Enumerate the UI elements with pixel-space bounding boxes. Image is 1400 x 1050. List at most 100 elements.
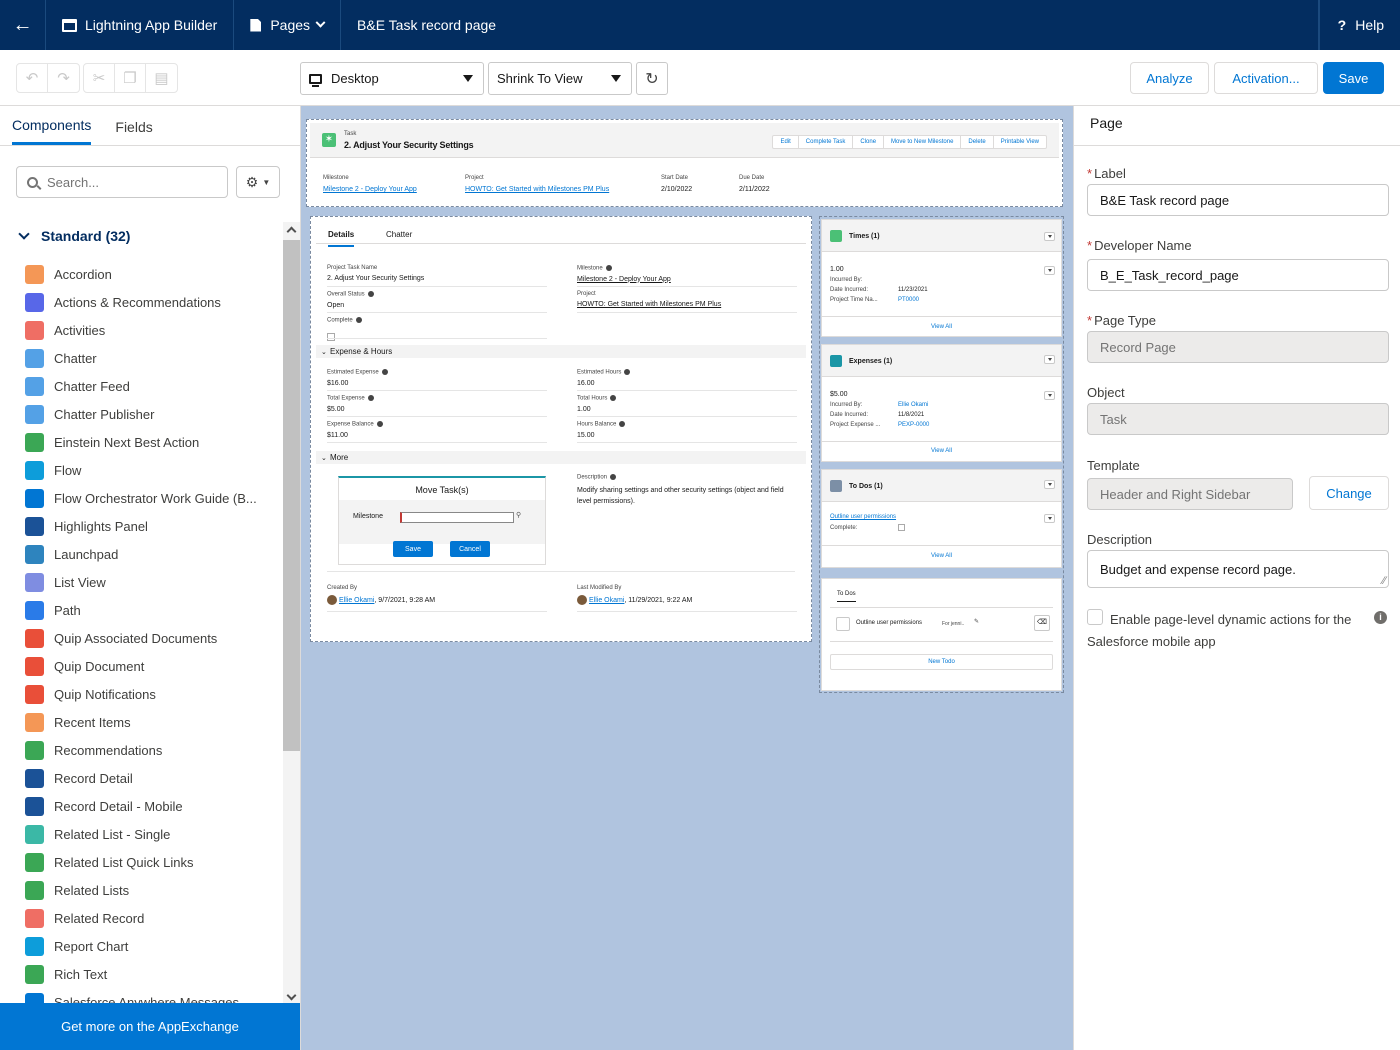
view-select[interactable]: Shrink To View	[488, 62, 632, 95]
expense-hours-section[interactable]: ⌄ Expense & Hours	[316, 345, 806, 358]
page-icon	[250, 18, 262, 32]
settings-menu-button[interactable]: ⚙ ▼	[236, 166, 280, 198]
complete-checkbox[interactable]	[327, 332, 335, 341]
device-select[interactable]: Desktop	[300, 62, 484, 95]
tab-fields[interactable]: Fields	[115, 119, 152, 145]
cut-icon[interactable]: ✂	[84, 64, 115, 92]
todos-tab[interactable]: To Dos	[837, 591, 856, 602]
component-item[interactable]: Quip Notifications	[0, 680, 283, 708]
component-item[interactable]: Quip Associated Documents	[0, 624, 283, 652]
scroll-down-icon[interactable]	[286, 990, 297, 1001]
app-title: Lightning App Builder	[46, 0, 235, 50]
standard-section-toggle[interactable]: Standard (32)	[18, 228, 130, 244]
component-item[interactable]: Salesforce Anywhere Messages	[0, 988, 283, 1003]
component-item[interactable]: Related Record	[0, 904, 283, 932]
more-section[interactable]: ⌄ More	[316, 451, 806, 464]
analyze-button[interactable]: Analyze	[1130, 62, 1209, 94]
action-button[interactable]: Printable View	[994, 136, 1046, 148]
component-item[interactable]: Record Detail - Mobile	[0, 792, 283, 820]
help-button[interactable]: ? Help	[1318, 0, 1400, 50]
component-item[interactable]: Flow Orchestrator Work Guide (B...	[0, 484, 283, 512]
component-item[interactable]: Recent Items	[0, 708, 283, 736]
component-item[interactable]: Report Chart	[0, 932, 283, 960]
component-item[interactable]: Recommendations	[0, 736, 283, 764]
todos-card: To Dos (1) Outline user permissions Comp…	[821, 469, 1062, 568]
paste-icon[interactable]: ▤	[146, 64, 177, 92]
component-item[interactable]: Quip Document	[0, 652, 283, 680]
component-list-scrollbar[interactable]	[283, 222, 300, 1005]
component-item[interactable]: Accordion	[0, 260, 283, 288]
undo-icon[interactable]: ↶	[17, 64, 48, 92]
appexchange-button[interactable]: Get more on the AppExchange	[0, 1003, 300, 1050]
tab-components[interactable]: Components	[12, 117, 92, 145]
scroll-up-icon[interactable]	[286, 226, 297, 237]
component-item[interactable]: List View	[0, 568, 283, 596]
action-button[interactable]: Delete	[961, 136, 994, 148]
todo-complete-checkbox[interactable]	[898, 524, 905, 531]
component-item[interactable]: Related List - Single	[0, 820, 283, 848]
expenses-menu-button[interactable]	[1044, 355, 1055, 364]
component-item[interactable]: Activities	[0, 316, 283, 344]
resize-handle-icon[interactable]: ∕∕	[1382, 575, 1386, 587]
chatter-publisher-icon	[25, 404, 44, 424]
save-button[interactable]: Save	[1323, 62, 1384, 94]
todo-row-menu[interactable]	[1044, 514, 1055, 523]
expenses-row-menu[interactable]	[1044, 391, 1055, 400]
component-item[interactable]: Actions & Recommendations	[0, 288, 283, 316]
back-button[interactable]: ←	[0, 0, 46, 50]
label-input[interactable]: B&E Task record page	[1087, 184, 1389, 216]
component-item[interactable]: Chatter Feed	[0, 372, 283, 400]
component-item[interactable]: Launchpad	[0, 540, 283, 568]
component-item[interactable]: Highlights Panel	[0, 512, 283, 540]
refresh-button[interactable]: ↻	[636, 62, 668, 95]
record-tabs: Details Chatter	[316, 222, 806, 247]
move-cancel-button[interactable]: Cancel	[450, 541, 490, 557]
action-button[interactable]: Edit	[773, 136, 799, 148]
developer-name-input[interactable]: B_E_Task_record_page	[1087, 259, 1389, 291]
component-item[interactable]: Chatter	[0, 344, 283, 372]
copy-icon[interactable]: ❐	[115, 64, 146, 92]
component-item[interactable]: Record Detail	[0, 764, 283, 792]
move-milestone-input[interactable]	[400, 512, 514, 523]
component-item[interactable]: Chatter Publisher	[0, 400, 283, 428]
scroll-thumb[interactable]	[283, 240, 300, 751]
page-canvas: ✶ Task 2. Adjust Your Security Settings …	[301, 106, 1073, 1050]
times-row-menu[interactable]	[1044, 266, 1055, 275]
times-menu-button[interactable]	[1044, 232, 1055, 241]
pencil-icon[interactable]: ✎	[974, 618, 979, 625]
action-buttons: Edit Complete Task Clone Move to New Milest…	[772, 135, 1047, 149]
chevron-down-icon: ⌄	[321, 454, 327, 462]
move-save-button[interactable]: Save	[393, 541, 433, 557]
action-button[interactable]: Clone	[853, 136, 885, 148]
action-button[interactable]: Complete Task	[799, 136, 854, 148]
activation-button[interactable]: Activation...	[1214, 62, 1318, 94]
description-textarea[interactable]: Budget and expense record page. ∕∕	[1087, 550, 1389, 588]
pages-menu[interactable]: Pages	[234, 0, 342, 50]
tab-chatter[interactable]: Chatter	[386, 230, 412, 239]
redo-icon[interactable]: ↷	[48, 64, 79, 92]
lookup-icon[interactable]: ⚲	[516, 511, 521, 519]
change-template-button[interactable]: Change	[1309, 476, 1389, 510]
todos-menu-button[interactable]	[1044, 480, 1055, 489]
sidebar-region[interactable]: Times (1) 1.00 Incurred By: Date Incurre…	[819, 216, 1064, 693]
component-item[interactable]: Related Lists	[0, 876, 283, 904]
component-item[interactable]: Rich Text	[0, 960, 283, 988]
info-icon[interactable]: i	[1374, 611, 1387, 624]
todos-view-all[interactable]: View All	[822, 553, 1061, 559]
todo-checkbox[interactable]	[836, 617, 850, 631]
tab-details[interactable]: Details	[328, 230, 355, 247]
component-search-input[interactable]: Search...	[16, 166, 228, 198]
info-icon	[355, 317, 362, 323]
component-item[interactable]: Related List Quick Links	[0, 848, 283, 876]
header-region[interactable]: ✶ Task 2. Adjust Your Security Settings …	[306, 119, 1063, 207]
component-item[interactable]: Einstein Next Best Action	[0, 428, 283, 456]
component-item[interactable]: Path	[0, 596, 283, 624]
times-view-all[interactable]: View All	[822, 324, 1061, 330]
action-button[interactable]: Move to New Milestone	[884, 136, 962, 148]
new-todo-button[interactable]: New Todo	[830, 654, 1053, 670]
main-region[interactable]: Details Chatter Project Task Name 2. Adju…	[310, 216, 812, 642]
trash-icon[interactable]: ⌫	[1034, 615, 1050, 631]
expenses-view-all[interactable]: View All	[822, 448, 1061, 454]
project-task-name-field: Project Task Name 2. Adjust Your Security…	[327, 265, 547, 287]
component-item[interactable]: Flow	[0, 456, 283, 484]
